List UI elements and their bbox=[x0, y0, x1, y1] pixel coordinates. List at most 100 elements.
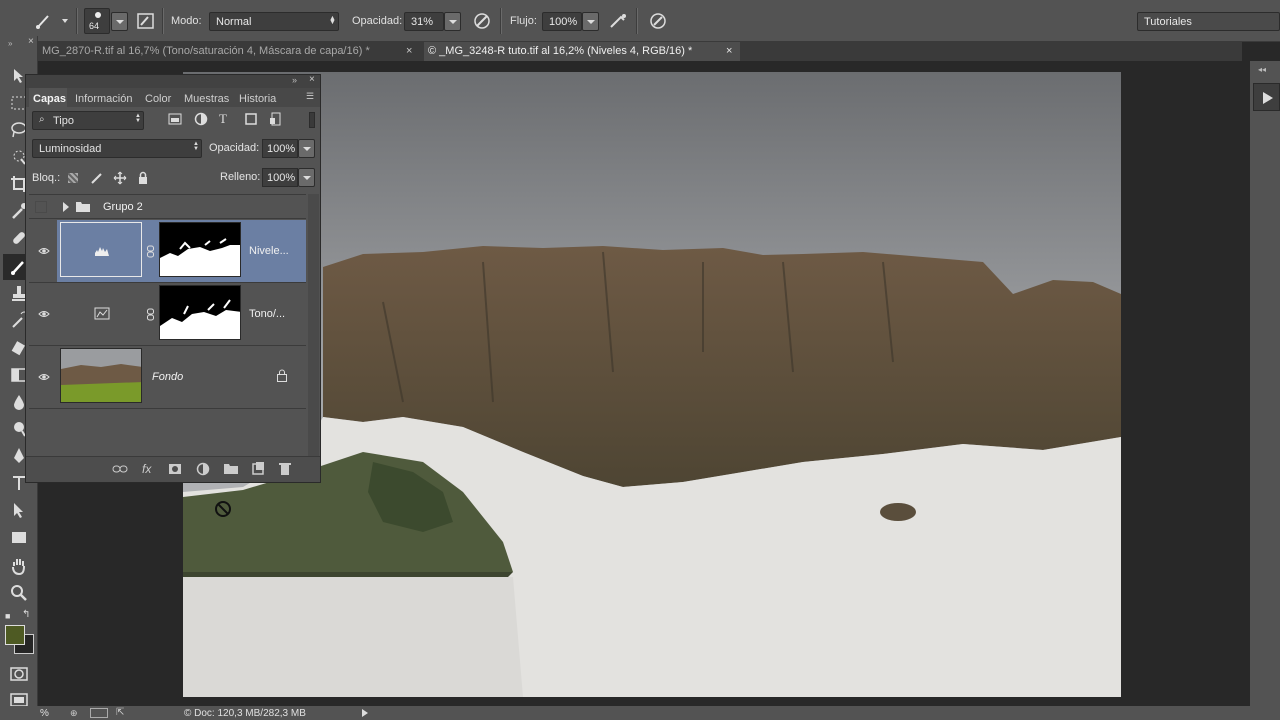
blend-arrows-icon: ▲ ▼ bbox=[193, 141, 199, 152]
filter-toggle[interactable] bbox=[309, 112, 315, 128]
layer-mask-thumbnail[interactable] bbox=[159, 222, 241, 277]
panel-titlebar[interactable]: » × bbox=[26, 74, 320, 88]
layer-opacity-input[interactable]: 100% bbox=[262, 139, 298, 158]
zoom-value[interactable]: % bbox=[40, 708, 49, 719]
share-icon[interactable]: ⇱ bbox=[116, 707, 124, 718]
default-colors-icon[interactable]: ■ bbox=[5, 611, 10, 621]
filter-shape-icon[interactable] bbox=[244, 112, 258, 126]
layer-style-icon[interactable]: fx bbox=[142, 462, 151, 476]
play-icon bbox=[1263, 92, 1273, 104]
foreground-color-swatch[interactable] bbox=[5, 625, 25, 645]
new-layer-icon[interactable] bbox=[251, 461, 265, 475]
brush-tool-icon[interactable] bbox=[34, 11, 54, 31]
group-name: Grupo 2 bbox=[103, 201, 143, 213]
path-selection-tool-icon[interactable] bbox=[9, 500, 29, 520]
filter-type-label: Tipo bbox=[53, 115, 74, 127]
lock-position-icon[interactable] bbox=[113, 171, 127, 185]
quick-mask-icon[interactable] bbox=[9, 664, 29, 684]
tab-close-icon[interactable]: × bbox=[406, 45, 412, 57]
play-action-button[interactable] bbox=[1253, 83, 1280, 111]
mode-select[interactable]: Normal bbox=[209, 12, 339, 31]
layer-mask-thumbnail[interactable] bbox=[159, 285, 241, 340]
filter-pixel-icon[interactable] bbox=[168, 112, 182, 126]
filter-type-icon[interactable]: T bbox=[219, 111, 227, 127]
layer-filter-select[interactable]: ⌕ Tipo ▲ ▼ bbox=[32, 111, 144, 130]
brush-size-dropdown[interactable] bbox=[111, 12, 128, 31]
pressure-size-icon[interactable] bbox=[648, 11, 668, 31]
blend-mode-value: Luminosidad bbox=[39, 143, 102, 155]
tab-informacion[interactable]: Información bbox=[75, 93, 132, 105]
lock-image-icon[interactable] bbox=[90, 171, 104, 185]
hand-tool-icon[interactable] bbox=[9, 556, 29, 576]
panel-collapse-icon[interactable]: » bbox=[292, 75, 297, 85]
pressure-opacity-icon[interactable] bbox=[472, 11, 492, 31]
fill-label: Relleno: bbox=[220, 171, 261, 183]
tool-preset-dropdown-icon[interactable] bbox=[62, 19, 68, 23]
layer-opacity-label: Opacidad: bbox=[209, 142, 260, 154]
add-mask-icon[interactable] bbox=[168, 462, 182, 476]
mask-link-icon[interactable] bbox=[146, 245, 155, 258]
panel-close-icon[interactable]: × bbox=[309, 74, 315, 85]
photo-canvas[interactable] bbox=[183, 72, 1121, 697]
document-info: © Doc: 120,3 MB/282,3 MB bbox=[184, 708, 306, 719]
layer-row-tono[interactable]: Tono/... bbox=[29, 283, 306, 346]
fill-dropdown[interactable] bbox=[298, 168, 315, 187]
tab-color[interactable]: Color bbox=[145, 93, 171, 105]
toolbar-close-icon[interactable]: × bbox=[28, 36, 34, 47]
layer-group-row[interactable]: Grupo 2 bbox=[29, 195, 306, 219]
group-visibility-toggle[interactable] bbox=[35, 201, 47, 213]
new-group-icon[interactable] bbox=[223, 462, 239, 475]
opacity-dropdown[interactable] bbox=[444, 12, 461, 31]
layers-scrollbar[interactable] bbox=[308, 194, 319, 456]
tab-muestras[interactable]: Muestras bbox=[184, 93, 229, 105]
layer-row-fondo[interactable]: Fondo bbox=[29, 346, 306, 409]
eye-icon[interactable] bbox=[38, 372, 50, 382]
panel-menu-icon[interactable]: ☰ bbox=[306, 91, 314, 102]
zoom-tool-icon[interactable] bbox=[9, 583, 29, 603]
tab-close-icon[interactable]: × bbox=[726, 45, 732, 57]
status-menu-arrow-icon[interactable] bbox=[362, 709, 368, 717]
layers-list: Grupo 2 Nivele... Tono/... Fondo bbox=[29, 194, 306, 456]
opacity-input[interactable]: 31% bbox=[404, 12, 444, 31]
lock-all-icon[interactable] bbox=[136, 171, 150, 185]
brush-size-picker[interactable]: 64 bbox=[84, 8, 110, 34]
tab-mg-3248[interactable]: © _MG_3248-R tuto.tif al 16,2% (Niveles … bbox=[424, 42, 740, 61]
tab-capas[interactable]: Capas bbox=[33, 93, 66, 105]
lock-transparent-icon[interactable] bbox=[68, 173, 78, 183]
background-thumbnail[interactable] bbox=[60, 348, 142, 403]
rectangle-tool-icon[interactable] bbox=[9, 527, 29, 547]
tab-mg-2870[interactable]: MG_2870-R.tif al 16,7% (Tono/saturación … bbox=[38, 42, 418, 61]
layer-row-niveles[interactable]: Nivele... bbox=[29, 220, 306, 283]
swap-colors-icon[interactable]: ↰ bbox=[22, 609, 30, 620]
filter-arrows-icon: ▲ ▼ bbox=[135, 113, 141, 124]
status-icon[interactable]: ⊕ bbox=[70, 708, 78, 719]
panel-expand-icon[interactable]: ◂◂ bbox=[1258, 65, 1266, 74]
brush-cursor-icon bbox=[215, 501, 231, 517]
collapsed-panels-strip: ◂◂ bbox=[1250, 61, 1280, 706]
eye-icon[interactable] bbox=[38, 309, 50, 319]
layer-name: Tono/... bbox=[249, 308, 286, 320]
hue-saturation-thumbnail[interactable] bbox=[60, 285, 142, 340]
group-expand-icon[interactable] bbox=[63, 202, 69, 212]
flow-input[interactable]: 100% bbox=[542, 12, 582, 31]
flow-dropdown[interactable] bbox=[582, 12, 599, 31]
new-adjustment-icon[interactable] bbox=[196, 462, 210, 476]
eye-icon[interactable] bbox=[38, 246, 50, 256]
link-layers-icon[interactable] bbox=[112, 463, 128, 475]
fill-input[interactable]: 100% bbox=[262, 168, 298, 187]
trash-icon[interactable] bbox=[278, 461, 292, 476]
airbrush-icon[interactable] bbox=[608, 11, 628, 31]
blend-mode-select[interactable]: Luminosidad ▲ ▼ bbox=[32, 139, 202, 158]
layer-opacity-dropdown[interactable] bbox=[298, 139, 315, 158]
tab-historia[interactable]: Historia bbox=[239, 93, 276, 105]
filter-adjustment-icon[interactable] bbox=[194, 112, 208, 126]
workspace-switcher[interactable]: Tutoriales bbox=[1137, 12, 1280, 31]
separator bbox=[162, 8, 163, 34]
toolbar-collapse-icon[interactable]: » bbox=[8, 39, 12, 48]
brush-panel-toggle-icon[interactable] bbox=[136, 11, 156, 31]
mask-link-icon[interactable] bbox=[146, 308, 155, 321]
status-film-icon[interactable] bbox=[90, 708, 108, 718]
levels-adjustment-thumbnail[interactable] bbox=[60, 222, 142, 277]
opacity-label: Opacidad: bbox=[352, 15, 403, 27]
filter-smart-object-icon[interactable] bbox=[269, 112, 283, 126]
